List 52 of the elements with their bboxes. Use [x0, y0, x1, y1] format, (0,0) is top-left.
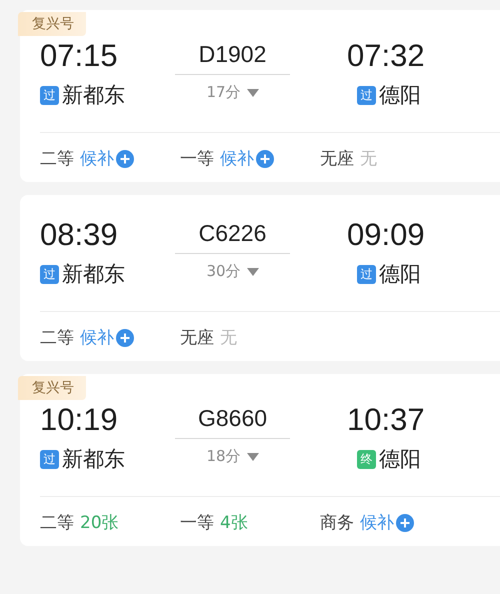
- seat-status: 候补: [80, 327, 114, 349]
- duration: 17分: [206, 83, 241, 102]
- station-badge: 过: [40, 264, 59, 284]
- train-number: C6226: [198, 219, 266, 248]
- arrival-time: 09:09: [347, 216, 425, 254]
- seat-class: 一等: [180, 148, 214, 170]
- arrival-station: 德阳: [379, 82, 421, 109]
- caret-icon[interactable]: [246, 268, 259, 276]
- departure-time: 10:19: [40, 401, 119, 439]
- departure-station: 新都东: [62, 446, 125, 473]
- arrival-time: 07:32: [347, 37, 425, 75]
- add-icon[interactable]: [256, 150, 274, 168]
- train-card[interactable]: 复兴号 10:19 过 新都东 G8660 18分 10:37 终 德阳 二等 20张 一等 4张 商务 候补: [20, 374, 500, 546]
- add-icon[interactable]: [396, 514, 414, 532]
- caret-icon[interactable]: [246, 88, 259, 96]
- seat-class: 二等: [40, 512, 74, 534]
- arrival-station: 德阳: [379, 261, 421, 288]
- departure-station: 新都东: [62, 261, 125, 288]
- seat-status: 无: [220, 327, 237, 349]
- add-icon[interactable]: [116, 328, 134, 346]
- seat-class: 二等: [40, 327, 74, 349]
- train-type-tag: 复兴号: [18, 12, 86, 36]
- departure-time: 08:39: [40, 216, 119, 254]
- station-badge: 过: [40, 86, 59, 104]
- duration: 30分: [206, 262, 241, 281]
- seat-status: 无: [360, 148, 377, 170]
- station-badge: 过: [40, 450, 59, 468]
- seat-class: 无座: [180, 327, 214, 349]
- train-number: G8660: [198, 404, 268, 433]
- seat-status: 4张: [220, 512, 248, 534]
- seat-status: 候补: [80, 148, 114, 170]
- station-badge: 终: [357, 450, 376, 468]
- departure-time: 07:15: [40, 37, 119, 75]
- arrival-time: 10:37: [347, 401, 425, 439]
- caret-icon[interactable]: [246, 452, 259, 460]
- departure-station: 新都东: [62, 82, 125, 109]
- add-icon[interactable]: [116, 150, 134, 168]
- seat-class: 无座: [320, 148, 354, 170]
- seat-class: 一等: [180, 512, 214, 534]
- seat-status: 候补: [360, 512, 394, 534]
- seat-class: 二等: [40, 148, 74, 170]
- station-badge: 过: [357, 264, 376, 284]
- seat-status: 候补: [220, 148, 254, 170]
- seat-status: 20张: [80, 512, 119, 534]
- train-type-tag: 复兴号: [18, 376, 86, 400]
- train-card[interactable]: 08:39 过 新都东 C6226 30分 09:09 过 德阳 二等 候补 无座 无: [20, 195, 500, 361]
- train-number: D1902: [198, 40, 266, 69]
- arrival-station: 德阳: [379, 446, 421, 473]
- train-card[interactable]: 复兴号 07:15 过 新都东 D1902 17分 07:32 过 德阳 二等 候补 一等 候补 无座 无: [20, 10, 500, 182]
- duration: 18分: [206, 447, 241, 466]
- seat-class: 商务: [320, 512, 354, 534]
- station-badge: 过: [357, 86, 376, 104]
